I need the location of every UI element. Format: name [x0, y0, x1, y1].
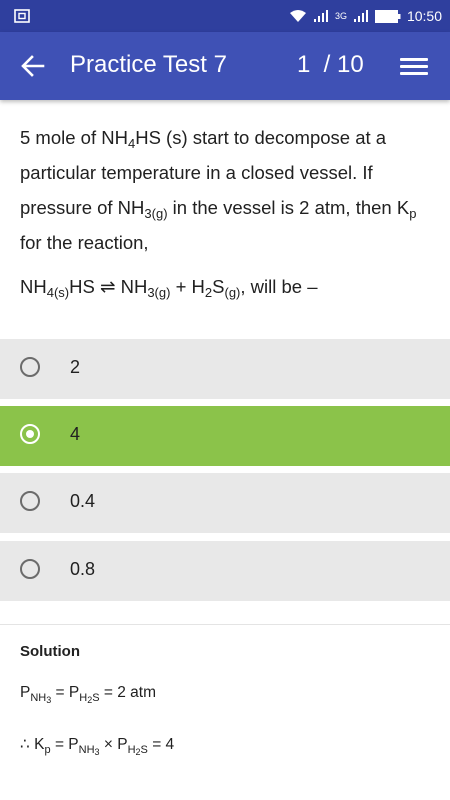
reaction-equation: NH4(s)HS ⇌ NH3(g) + H2S(g), will be – [20, 276, 318, 300]
network-type: 3G [334, 11, 347, 21]
solution-title: Solution [20, 643, 80, 660]
option-2[interactable]: 4 [0, 406, 450, 466]
menu-icon [400, 58, 428, 75]
app-bar: Practice Test 7 1 / 10 [0, 32, 450, 100]
status-bar: 3G 10:50 [0, 0, 450, 32]
signal-icon [313, 10, 328, 22]
battery-icon [374, 9, 401, 23]
arrow-left-icon [21, 55, 45, 77]
question-text: 5 mole of NH4HS (s) start to decompose a… [20, 127, 417, 253]
question-counter: 1 / 10 [297, 51, 364, 78]
page-title: Practice Test 7 [70, 51, 227, 78]
solution-line-2: ∴ Kp = PNH3 × PH2S = 4 [20, 736, 175, 757]
back-button[interactable] [18, 52, 48, 80]
option-1[interactable]: 2 [0, 339, 450, 399]
option-4[interactable]: 0.8 [0, 541, 450, 601]
option-label: 4 [70, 424, 81, 444]
option-label: 2 [70, 357, 81, 377]
solution-line-1: PNH3 = PH2S = 2 atm [20, 684, 157, 705]
radio-unchecked-icon[interactable] [20, 357, 40, 377]
radio-unchecked-icon[interactable] [20, 559, 40, 579]
radio-checked-icon[interactable] [20, 424, 40, 444]
option-label: 0.4 [70, 491, 96, 511]
divider [0, 624, 450, 625]
screenshot-icon [14, 9, 30, 23]
radio-unchecked-icon[interactable] [20, 491, 40, 511]
signal-icon-2 [353, 10, 368, 22]
status-time: 10:50 [406, 8, 442, 24]
option-label: 0.8 [70, 559, 96, 579]
wifi-icon [289, 10, 306, 22]
option-3[interactable]: 0.4 [0, 473, 450, 533]
menu-button[interactable] [400, 54, 428, 78]
